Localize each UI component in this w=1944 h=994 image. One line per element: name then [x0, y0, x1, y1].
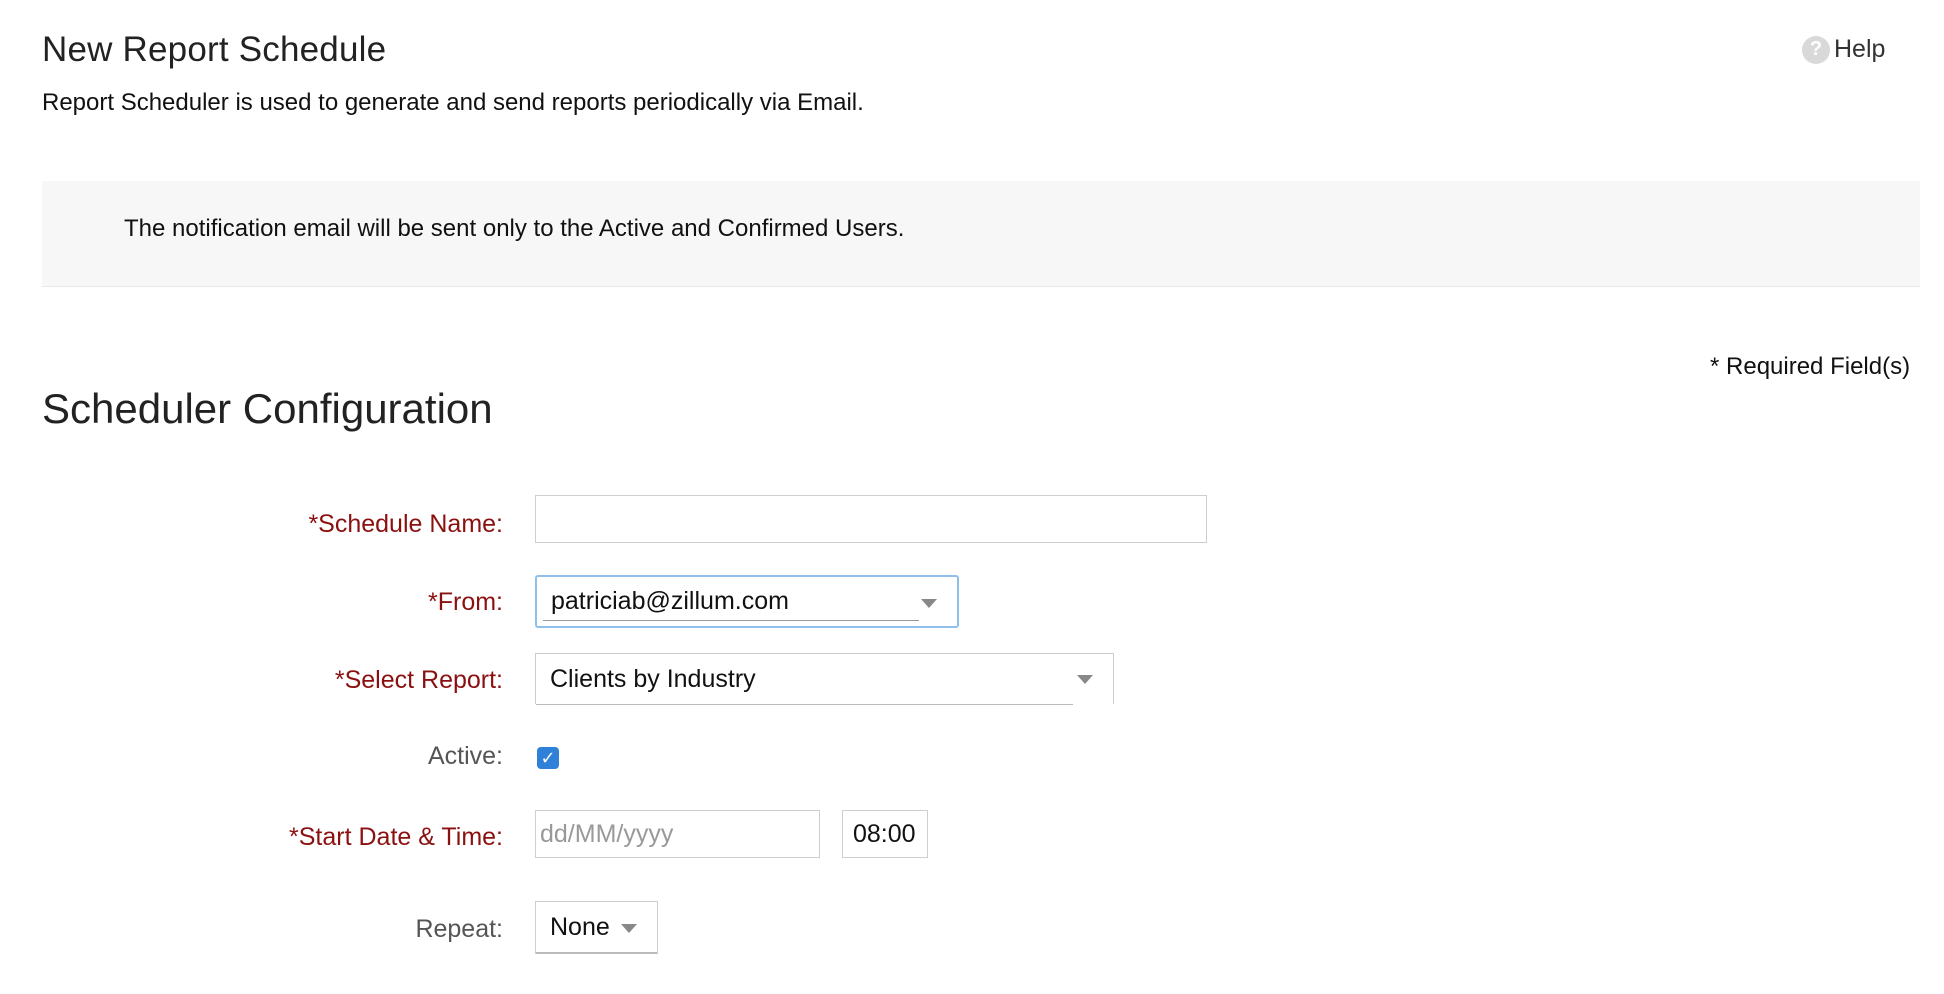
required-fields-note: * Required Field(s) [1710, 353, 1911, 380]
select-report-underline [536, 704, 1073, 705]
check-icon: ✓ [540, 748, 556, 768]
notice-text: The notification email will be sent only… [124, 215, 905, 242]
section-title: Scheduler Configuration [42, 385, 493, 432]
notice-panel: The notification email will be sent only… [42, 181, 1920, 287]
start-date-time-label: *Start Date & Time: [289, 823, 503, 851]
from-select-value: patriciab@zillum.com [551, 587, 789, 615]
from-underline [543, 620, 919, 621]
schedule-name-input[interactable] [535, 495, 1207, 543]
from-label: *From: [428, 588, 503, 616]
from-select[interactable]: patriciab@zillum.com [535, 575, 959, 628]
page-subtitle: Report Scheduler is used to generate and… [42, 89, 864, 116]
page-title: New Report Schedule [42, 30, 387, 69]
chevron-down-icon[interactable] [921, 599, 937, 608]
start-time-input[interactable] [842, 810, 928, 858]
select-report-value: Clients by Industry [550, 664, 756, 693]
help-link[interactable]: ? Help [1802, 35, 1885, 64]
schedule-name-label: *Schedule Name: [308, 510, 503, 538]
active-checkbox[interactable]: ✓ [537, 747, 559, 769]
start-date-input[interactable] [535, 810, 820, 858]
repeat-label: Repeat: [415, 915, 503, 943]
repeat-underline [536, 952, 657, 954]
chevron-down-icon[interactable] [1077, 675, 1093, 684]
help-circle-icon[interactable]: ? [1802, 35, 1830, 64]
select-report-select[interactable]: Clients by Industry [535, 653, 1114, 705]
select-report-label: *Select Report: [334, 666, 503, 694]
repeat-select-value: None [550, 913, 610, 941]
repeat-select[interactable]: None [535, 901, 658, 954]
chevron-down-icon[interactable] [621, 924, 637, 933]
active-label: Active: [427, 742, 503, 770]
help-label[interactable]: Help [1834, 35, 1885, 64]
